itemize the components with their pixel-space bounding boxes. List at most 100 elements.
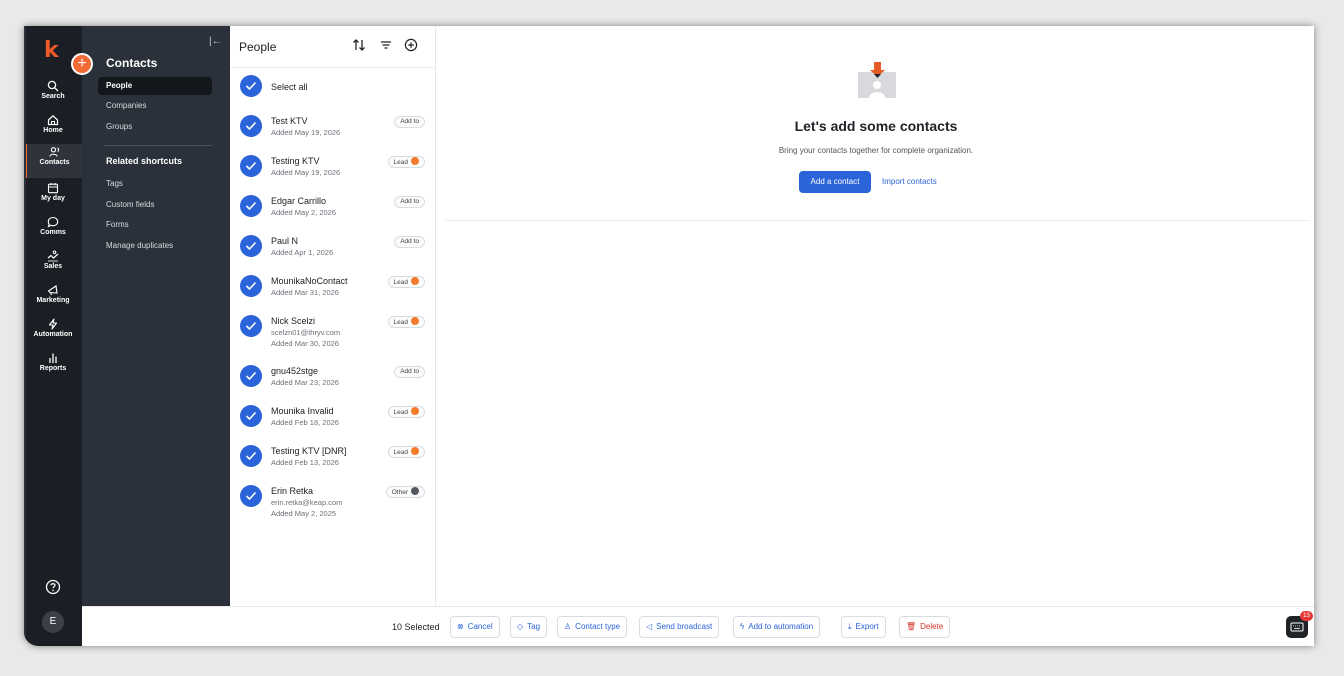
automation-icon: ϟ (740, 622, 745, 631)
rail-marketing[interactable]: Marketing (24, 282, 82, 314)
contact-type-tag[interactable]: Lead (387, 276, 425, 288)
contact-name[interactable]: Nick Scelzi (271, 316, 315, 326)
megaphone-icon (47, 285, 58, 296)
rail-search[interactable]: Search (24, 78, 82, 110)
contact-name[interactable]: Testing KTV [DNR] (271, 446, 347, 456)
contact-name[interactable]: Paul N (271, 236, 298, 246)
row-checkbox[interactable] (240, 155, 262, 177)
contact-name[interactable]: Testing KTV (271, 156, 320, 166)
contact-type-tag[interactable]: Add to (394, 196, 425, 208)
app-window: k Search Home Contacts My day Comms Sale… (24, 26, 1314, 646)
row-checkbox[interactable] (240, 115, 262, 137)
nav-item-companies[interactable]: Companies (98, 97, 212, 115)
select-all-label[interactable]: Select all (271, 82, 308, 92)
contacts-nav: |← Contacts People Companies Groups Rela… (82, 26, 230, 606)
contact-added-date: Added May 19, 2026 (271, 168, 341, 177)
selected-count: 10 Selected (392, 622, 440, 632)
select-all-checkbox[interactable] (240, 75, 262, 97)
check-icon (245, 411, 257, 421)
avatar[interactable]: E (42, 611, 64, 633)
tag-label: Add to (400, 368, 419, 375)
contact-name[interactable]: gnu452stge (271, 366, 318, 376)
contact-added-date: Added May 2, 2026 (271, 208, 337, 217)
delete-label: Delete (920, 622, 944, 631)
rail-label: Comms (40, 229, 66, 236)
rail-my-day[interactable]: My day (24, 180, 82, 212)
tag-icon: ◇ (517, 622, 524, 631)
contact-name[interactable]: Erin Retka (271, 486, 313, 496)
delete-button[interactable]: 🗑 Delete (899, 616, 951, 638)
contact-added-date: Added Feb 13, 2026 (271, 458, 339, 467)
export-button[interactable]: ⤓ Export (841, 616, 886, 638)
check-icon (245, 161, 257, 171)
related-shortcuts-title: Related shortcuts (106, 156, 183, 166)
filter-icon[interactable] (379, 38, 393, 52)
send-broadcast-button[interactable]: ◁ Send broadcast (639, 616, 720, 638)
contact-type-tag[interactable]: Add to (394, 366, 425, 378)
cancel-button[interactable]: ⊗ Cancel (450, 616, 500, 638)
contact-type-button[interactable]: ♙ Contact type (557, 616, 628, 638)
row-checkbox[interactable] (240, 445, 262, 467)
row-checkbox[interactable] (240, 485, 262, 507)
contact-name[interactable]: Edgar Carrillo (271, 196, 326, 206)
add-circle-icon[interactable] (404, 38, 418, 52)
rail-label: Automation (33, 331, 73, 338)
contact-type-tag[interactable]: Lead (387, 446, 425, 458)
tag-label: Add to (400, 198, 419, 205)
row-checkbox[interactable] (240, 275, 262, 297)
list-title: People (239, 40, 277, 54)
contacts-icon (48, 147, 59, 157)
contact-type-tag[interactable]: Add to (394, 116, 425, 128)
status-dot (411, 157, 419, 165)
row-checkbox[interactable] (240, 235, 262, 257)
tag-button[interactable]: ◇ Tag (510, 616, 548, 638)
rail-reports[interactable]: Reports (24, 350, 82, 382)
rail-automation[interactable]: Automation (24, 316, 82, 348)
quick-add-button[interactable]: + (71, 53, 93, 75)
search-icon (47, 80, 59, 92)
help-icon[interactable] (44, 578, 62, 596)
add-to-automation-label: Add to automation (748, 622, 814, 631)
nav-item-people[interactable]: People (98, 77, 212, 95)
rail-label: Search (41, 93, 65, 100)
contact-type-tag[interactable]: Add to (394, 236, 425, 248)
contact-type-tag[interactable]: Other (385, 486, 425, 498)
add-contact-button[interactable]: Add a contact (799, 171, 871, 193)
export-icon: ⤓ (848, 622, 852, 631)
status-dot (411, 277, 419, 285)
contact-added-date: Added Mar 31, 2026 (271, 288, 339, 297)
contact-name[interactable]: Mounika Invalid (271, 406, 334, 416)
people-list-panel: People Select all Test KTV Added May 19, … (230, 26, 436, 606)
sort-icon[interactable] (352, 38, 366, 52)
notification-badge: 13 (1300, 611, 1313, 621)
row-checkbox[interactable] (240, 365, 262, 387)
rail-home[interactable]: Home (24, 112, 82, 144)
keap-logo[interactable]: k (44, 40, 62, 62)
contact-type-tag[interactable]: Lead (387, 406, 425, 418)
nav-item-tags[interactable]: Tags (98, 175, 212, 193)
check-icon (245, 81, 257, 91)
main-divider (444, 220, 1310, 221)
check-icon (245, 451, 257, 461)
rail-label: Reports (39, 365, 67, 372)
nav-item-custom-fields[interactable]: Custom fields (98, 196, 212, 214)
nav-item-forms[interactable]: Forms (98, 216, 212, 234)
lightning-icon (48, 318, 58, 330)
rail-comms[interactable]: Comms (24, 214, 82, 246)
row-checkbox[interactable] (240, 195, 262, 217)
row-checkbox[interactable] (240, 405, 262, 427)
contact-type-tag[interactable]: Lead (387, 316, 425, 328)
nav-item-manage-duplicates[interactable]: Manage duplicates (98, 237, 212, 255)
contact-name[interactable]: Test KTV (271, 116, 308, 126)
import-contacts-link[interactable]: Import contacts (882, 171, 937, 193)
contact-type-tag[interactable]: Lead (387, 156, 425, 168)
add-to-automation-button[interactable]: ϟ Add to automation (733, 616, 821, 638)
empty-state-description: Bring your contacts together for complet… (778, 146, 974, 155)
nav-item-groups[interactable]: Groups (98, 118, 212, 136)
contact-added-date: Added May 2, 2025 (271, 509, 337, 518)
row-checkbox[interactable] (240, 315, 262, 337)
contact-name[interactable]: MounikaNoContact (271, 276, 348, 286)
rail-sales[interactable]: Sales (24, 248, 82, 280)
collapse-panel-icon[interactable]: |← (209, 36, 222, 47)
rail-contacts[interactable]: Contacts (24, 144, 82, 178)
